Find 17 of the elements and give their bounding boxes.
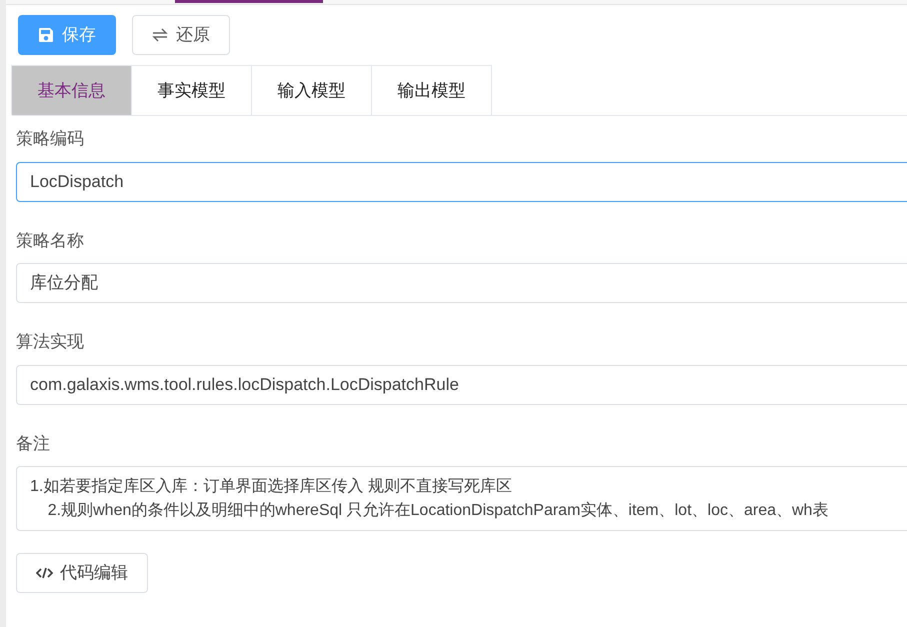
input-field[interactable]: 库位分配 [16, 263, 907, 303]
save-icon [38, 27, 54, 43]
input-field[interactable]: com.galaxis.wms.tool.rules.locDispatch.LocDispatchRule [16, 364, 907, 404]
remarks-field[interactable]: 1.如若要指定库区入库：订单界面选择库区传入 规则不直接写死库区 2.规则when的条件以及明细中的whereSql 只允许在LocationDispatchParam实体、item、lot、loc、area、wh表 [16, 466, 907, 531]
tab[interactable]: 输出模型 [371, 65, 492, 115]
text-line: 2.规则when的条件以及明细中的whereSql 只允许在LocationDispatchParam实体、item、lot、loc、area、wh表 [46, 500, 830, 521]
field-label: 策略名称 [16, 230, 85, 252]
code-edit-button[interactable]: 代码编辑 [16, 553, 148, 593]
field-label: 备注 [16, 432, 51, 454]
revert-button[interactable]: 还原 [132, 15, 230, 55]
swap-icon [152, 28, 168, 42]
field-label: 算法实现 [16, 331, 85, 353]
input-field[interactable]: LocDispatch [16, 162, 907, 202]
field-label: 策略编码 [16, 128, 85, 150]
code-icon [36, 567, 53, 579]
text-line: 1.如若要指定库区入库：订单界面选择库区传入 规则不直接写死库区 [30, 476, 513, 497]
tab[interactable]: 基本信息 [11, 65, 132, 115]
